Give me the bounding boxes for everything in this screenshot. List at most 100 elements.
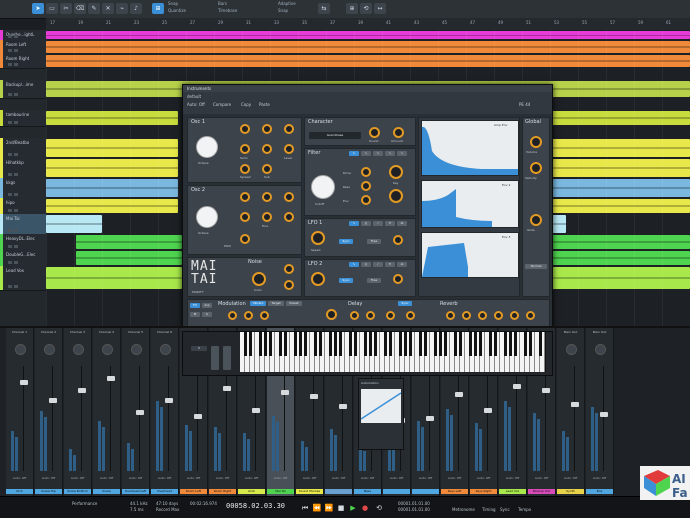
track-mute-button[interactable]: [8, 209, 12, 212]
black-key[interactable]: [368, 332, 372, 356]
black-key[interactable]: [363, 332, 367, 356]
track-solo-button[interactable]: [14, 93, 18, 96]
reverb-damp-knob[interactable]: [478, 311, 487, 320]
track-solo-button[interactable]: [14, 245, 18, 248]
mod-depth-knob[interactable]: [260, 311, 269, 320]
volume-fader[interactable]: [107, 376, 115, 381]
delay-low-knob[interactable]: [350, 311, 359, 320]
copy-button[interactable]: Copy: [241, 102, 251, 107]
volume-fader[interactable]: [223, 386, 231, 391]
volume-fader[interactable]: [194, 414, 202, 419]
filter-env-amount-knob[interactable]: [389, 165, 403, 179]
track-mute-button[interactable]: [8, 35, 12, 38]
track-header[interactable]: Mai Tai: [0, 214, 46, 235]
black-key[interactable]: [263, 332, 267, 356]
black-key[interactable]: [423, 332, 427, 356]
delay-mix-knob[interactable]: [406, 311, 415, 320]
loop-end[interactable]: 00001.01.01.00: [398, 507, 430, 512]
track-solo-button[interactable]: [14, 121, 18, 124]
track-header[interactable]: Hihatkkp: [0, 158, 46, 179]
fx-button-2[interactable]: Arp: [202, 303, 212, 308]
split-tool-icon[interactable]: ✂: [60, 3, 72, 14]
eraser-tool-icon[interactable]: ⌫: [74, 3, 86, 14]
pan-knob[interactable]: [44, 344, 55, 355]
automation-mode[interactable]: Auto: Off: [66, 476, 89, 480]
audio-clip[interactable]: [551, 199, 690, 213]
bend-tool-icon[interactable]: ⌁: [116, 3, 128, 14]
audio-clip[interactable]: [46, 41, 690, 53]
automation-mode[interactable]: Auto: Off: [443, 476, 466, 480]
osc2-octave-knob[interactable]: [196, 206, 218, 228]
bend-wheel[interactable]: ↕: [191, 346, 207, 351]
black-key[interactable]: [538, 332, 542, 356]
mod-amount-knob[interactable]: [326, 309, 337, 320]
track-mute-button[interactable]: [8, 261, 12, 264]
tempo-label[interactable]: Tempo: [518, 507, 531, 512]
filter-key-knob[interactable]: [389, 189, 403, 203]
pan-knob[interactable]: [102, 344, 113, 355]
lfo2-free-button[interactable]: Free: [367, 278, 381, 283]
channel-label-bar[interactable]: Backup Vox: [528, 489, 555, 494]
black-key[interactable]: [468, 332, 472, 356]
channel-name[interactable]: Channel 4: [94, 330, 119, 334]
automation-mode[interactable]: Auto: Off: [211, 476, 234, 480]
channel-label-bar[interactable]: Snare Top: [35, 489, 62, 494]
track-mute-button[interactable]: [8, 121, 12, 124]
track-name[interactable]: Backup/...ime: [6, 82, 33, 87]
track-mute-button[interactable]: [8, 63, 12, 66]
channel-label-bar[interactable]: Sound Module: [296, 489, 323, 494]
noise-level-knob[interactable]: [284, 264, 294, 274]
black-key[interactable]: [513, 332, 517, 356]
lfo1-amount-knob[interactable]: [393, 235, 403, 245]
filter-lp-button[interactable]: ∿: [349, 151, 359, 156]
lfo2-sine-button[interactable]: ∿: [349, 262, 359, 267]
osc1-spread-knob[interactable]: [240, 164, 250, 174]
osc1-knob-b[interactable]: [262, 124, 272, 134]
lfo1-square-button[interactable]: ⊓: [385, 221, 395, 226]
lfo1-tri-button[interactable]: ⋀: [361, 221, 371, 226]
black-key[interactable]: [328, 332, 332, 356]
auto-off-button[interactable]: Auto: Off: [187, 102, 205, 107]
lfo2-amount-knob[interactable]: [393, 274, 403, 284]
loop-icon[interactable]: ⟲: [360, 3, 372, 14]
position-readout[interactable]: 00058.02.03.30: [226, 502, 285, 510]
black-key[interactable]: [388, 332, 392, 356]
mod-target-button[interactable]: Target: [268, 301, 284, 306]
audio-clip[interactable]: [76, 251, 182, 265]
osc1-octave-knob[interactable]: [196, 136, 218, 158]
black-key[interactable]: [418, 332, 422, 356]
volume-fader[interactable]: [136, 410, 144, 415]
volume-fader[interactable]: [78, 388, 86, 393]
filter-env-knob[interactable]: [361, 195, 371, 205]
track-name[interactable]: Lead Vox: [6, 268, 24, 273]
automation-mode[interactable]: Auto: Off: [124, 476, 147, 480]
modify-label[interactable]: MODIFY: [192, 290, 204, 294]
voice-mode-dropdown[interactable]: Normal: [525, 264, 547, 269]
channel-label-bar[interactable]: [412, 489, 439, 494]
piano-keyboard[interactable]: [240, 332, 546, 372]
play-icon[interactable]: ▶: [348, 503, 358, 513]
pan-knob[interactable]: [15, 344, 26, 355]
mod-wheel[interactable]: [211, 346, 219, 370]
audio-clip[interactable]: [46, 31, 690, 39]
track-solo-button[interactable]: [14, 49, 18, 52]
volume-fader[interactable]: [20, 380, 28, 385]
snap-toggle-icon[interactable]: ⊞: [152, 3, 164, 14]
channel-label-bar[interactable]: Keys Right: [470, 489, 497, 494]
automation-mode[interactable]: Auto: Off: [501, 476, 524, 480]
black-key[interactable]: [523, 332, 527, 356]
reverb-low-knob[interactable]: [494, 311, 503, 320]
instrument-window-title[interactable]: Instruments: [183, 85, 552, 92]
env2-display[interactable]: Env 2: [421, 180, 519, 228]
track-name[interactable]: Room Right: [6, 56, 29, 61]
reverb-pre-knob[interactable]: [446, 311, 455, 320]
track-name[interactable]: Mai Tai: [6, 216, 20, 221]
glide-knob[interactable]: [530, 214, 542, 226]
channel-label-bar[interactable]: Lead Vox: [499, 489, 526, 494]
osc1-knob-c[interactable]: [284, 124, 294, 134]
track-solo-button[interactable]: [14, 261, 18, 264]
black-key[interactable]: [383, 332, 387, 356]
track-name[interactable]: hipo: [6, 200, 15, 205]
lfo2-random-button[interactable]: ⁂: [397, 262, 407, 267]
black-key[interactable]: [408, 332, 412, 356]
